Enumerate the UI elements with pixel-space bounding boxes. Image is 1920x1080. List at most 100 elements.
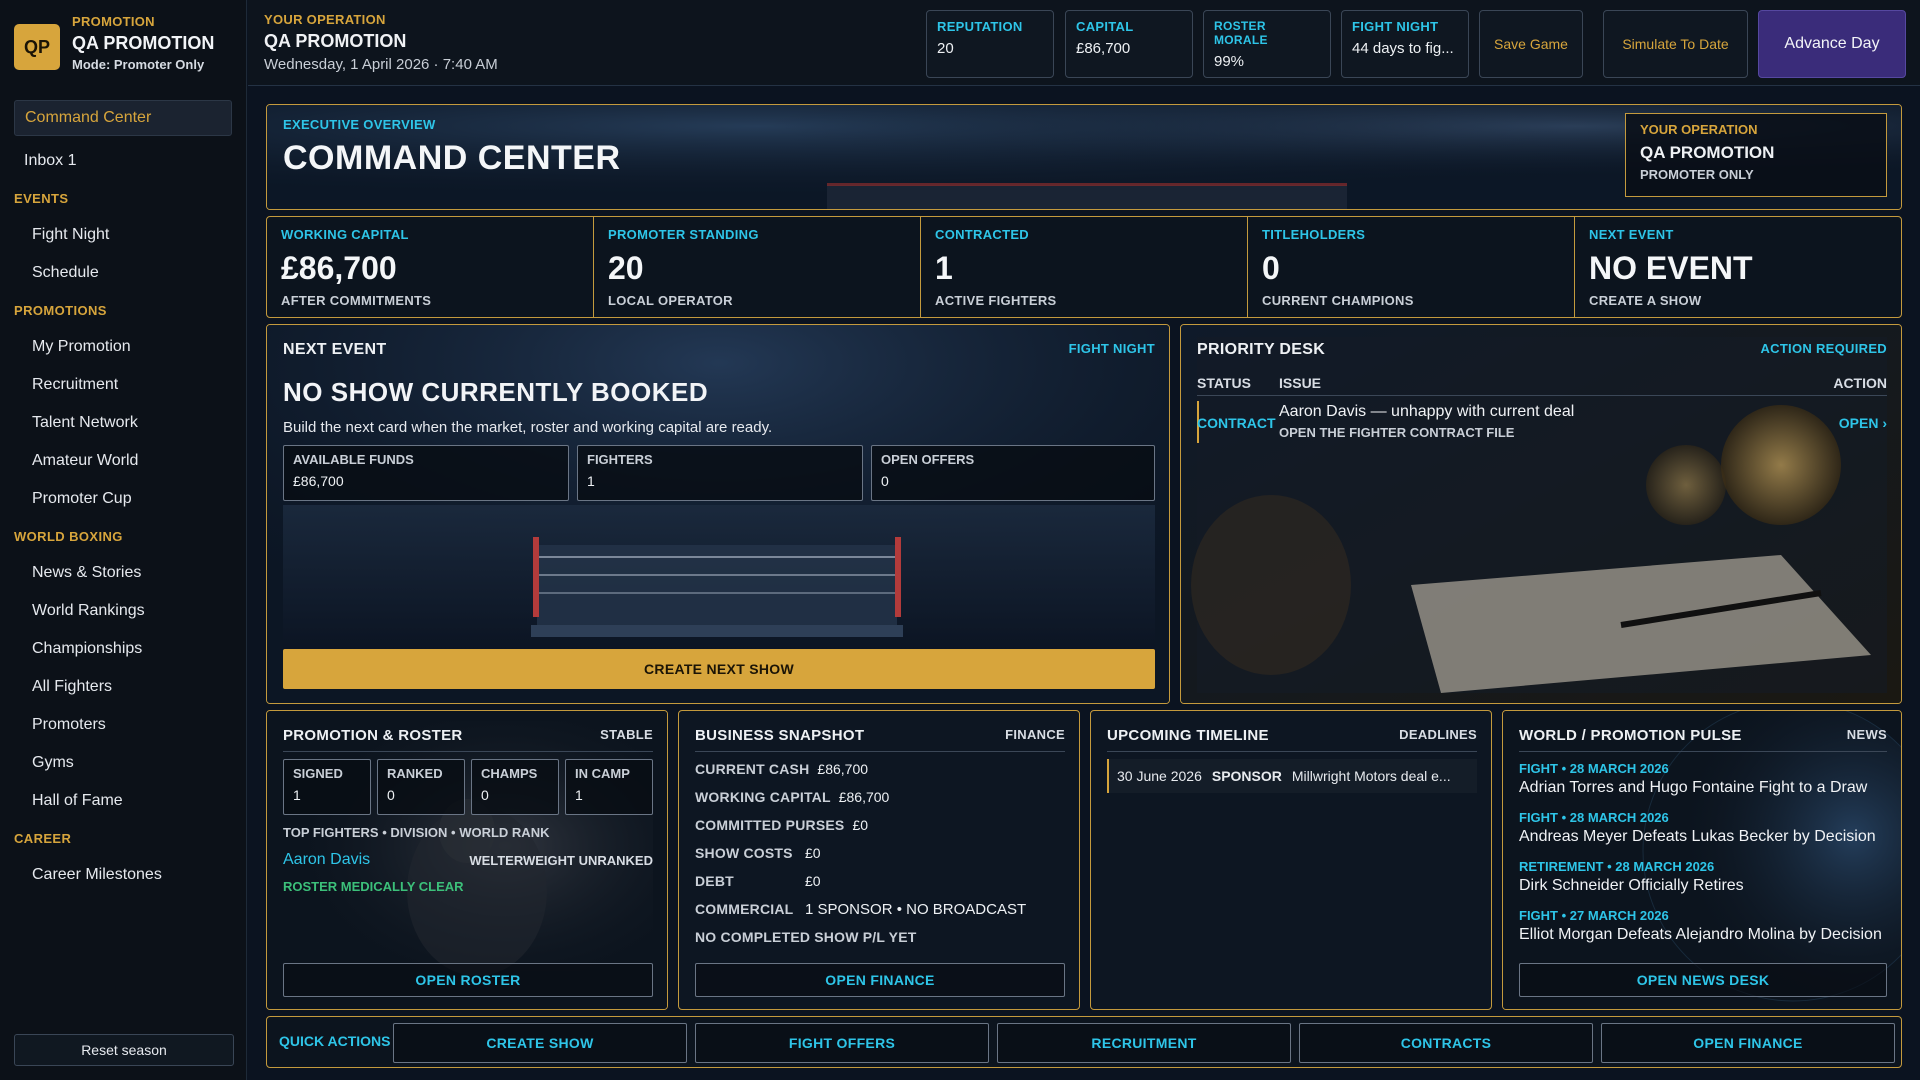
sidebar-item-promoter-cup[interactable]: Promoter Cup	[14, 480, 232, 518]
topbar-operation-name: QA PROMOTION	[264, 31, 407, 51]
sidebar-item-hall-of-fame[interactable]: Hall of Fame	[14, 782, 232, 820]
kpi-working-capital: WORKING CAPITAL £86,700 AFTER COMMITMENT…	[267, 217, 594, 317]
qa-create-show-button[interactable]: CREATE SHOW	[393, 1023, 687, 1063]
sidebar-item-schedule[interactable]: Schedule	[14, 254, 232, 292]
priority-row-issue: Aaron Davis — unhappy with current deal	[1279, 403, 1575, 420]
stat-label: FIGHT NIGHT	[1352, 19, 1439, 34]
brand-name: QA PROMOTION	[72, 33, 215, 53]
sidebar-item-all-fighters[interactable]: All Fighters	[14, 668, 232, 706]
kpi-label: WORKING CAPITAL	[281, 227, 409, 242]
hero-kicker: EXECUTIVE OVERVIEW	[283, 117, 436, 132]
op-card-name: QA PROMOTION	[1640, 143, 1775, 162]
box-value: 0	[481, 787, 489, 803]
priority-open-link[interactable]: OPEN ›	[1839, 415, 1887, 431]
news-meta: FIGHT • 28 MARCH 2026	[1519, 761, 1669, 776]
sidebar-item-command-center[interactable]: Command Center	[14, 100, 232, 136]
kpi-sub: CREATE A SHOW	[1589, 293, 1702, 308]
business-snapshot-panel: BUSINESS SNAPSHOT FINANCE CURRENT CASH £8…	[678, 710, 1080, 1010]
champs-box: CHAMPS 0	[471, 759, 559, 815]
reset-season-button[interactable]: Reset season	[14, 1034, 234, 1066]
stat-label: REPUTATION	[937, 19, 1023, 34]
qa-open-finance-button[interactable]: OPEN FINANCE	[1601, 1023, 1895, 1063]
op-card-kicker: YOUR OPERATION	[1640, 122, 1758, 137]
sidebar-item-gyms[interactable]: Gyms	[14, 744, 232, 782]
qa-contracts-button[interactable]: CONTRACTS	[1299, 1023, 1593, 1063]
priority-row-status: CONTRACT	[1197, 415, 1276, 431]
box-label: CHAMPS	[481, 766, 538, 781]
priority-desk-tag: ACTION REQUIRED	[1760, 341, 1887, 356]
news-headline: Dirk Schneider Officially Retires	[1519, 877, 1744, 894]
box-label: OPEN OFFERS	[881, 452, 975, 467]
timeline-item[interactable]: 30 June 2026 SPONSOR Millwright Motors d…	[1107, 759, 1477, 793]
news-item[interactable]: FIGHT • 28 MARCH 2026 Adrian Torres and …	[1519, 761, 1889, 797]
kpi-label: TITLEHOLDERS	[1262, 227, 1366, 242]
sidebar-item-recruitment[interactable]: Recruitment	[14, 366, 232, 404]
col-action: ACTION	[1833, 375, 1887, 391]
topbar-date: Wednesday, 1 April 2026 · 7:40 AM	[264, 56, 498, 73]
sidebar-item-championships[interactable]: Championships	[14, 630, 232, 668]
sidebar-item-my-promotion[interactable]: My Promotion	[14, 328, 232, 366]
box-value: 1	[293, 787, 301, 803]
fin-label: SHOW COSTS	[695, 845, 793, 861]
pulse-tag: NEWS	[1846, 727, 1887, 742]
fin-row-working-capital: WORKING CAPITAL £86,700	[695, 789, 889, 805]
create-next-show-button[interactable]: CREATE NEXT SHOW	[283, 649, 1155, 689]
news-meta: FIGHT • 28 MARCH 2026	[1519, 810, 1669, 825]
sidebar-item-news[interactable]: News & Stories	[14, 554, 232, 592]
fighter-name-link[interactable]: Aaron Davis	[283, 851, 370, 869]
next-event-tag: FIGHT NIGHT	[1068, 341, 1155, 356]
news-meta: RETIREMENT • 28 MARCH 2026	[1519, 859, 1715, 874]
sidebar-item-inbox[interactable]: Inbox 1	[14, 142, 232, 180]
simulate-to-date-button[interactable]: Simulate To Date	[1603, 10, 1748, 78]
stat-label: CAPITAL	[1076, 19, 1134, 34]
pulse-title: WORLD / PROMOTION PULSE	[1519, 727, 1742, 744]
open-finance-button[interactable]: OPEN FINANCE	[695, 963, 1065, 997]
col-status: STATUS	[1197, 375, 1251, 391]
stat-reputation: REPUTATION 20	[926, 10, 1054, 78]
your-operation-card: YOUR OPERATION QA PROMOTION PROMOTER ONL…	[1625, 113, 1887, 197]
kpi-sub: LOCAL OPERATOR	[608, 293, 733, 308]
sidebar-item-world-rankings[interactable]: World Rankings	[14, 592, 232, 630]
next-event-title: NEXT EVENT	[283, 341, 387, 358]
stat-fight-night[interactable]: FIGHT NIGHT 44 days to fig...	[1341, 10, 1469, 78]
timeline-type: SPONSOR	[1211, 768, 1282, 784]
stat-roster-morale: ROSTER MORALE 99%	[1203, 10, 1331, 78]
kpi-value: 1	[935, 250, 953, 286]
news-item[interactable]: FIGHT • 27 MARCH 2026 Elliot Morgan Defe…	[1519, 908, 1889, 944]
upcoming-timeline-panel: UPCOMING TIMELINE DEADLINES 30 June 2026…	[1090, 710, 1492, 1010]
sidebar-section-world-boxing: WORLD BOXING	[14, 528, 123, 544]
sidebar-item-promoters[interactable]: Promoters	[14, 706, 232, 744]
sidebar-section-events: EVENTS	[14, 190, 69, 206]
fin-row-debt: DEBT £0	[695, 873, 821, 889]
sidebar-item-talent-network[interactable]: Talent Network	[14, 404, 232, 442]
available-funds-box: AVAILABLE FUNDS £86,700	[283, 445, 569, 501]
next-event-description: Build the next card when the market, ros…	[283, 419, 773, 436]
qa-fight-offers-button[interactable]: FIGHT OFFERS	[695, 1023, 989, 1063]
fin-label: COMMITTED PURSES	[695, 817, 845, 833]
business-tag: FINANCE	[1005, 727, 1065, 742]
next-event-headline: NO SHOW CURRENTLY BOOKED	[283, 377, 709, 407]
kpi-titleholders: TITLEHOLDERS 0 CURRENT CHAMPIONS	[1248, 217, 1575, 317]
news-item[interactable]: RETIREMENT • 28 MARCH 2026 Dirk Schneide…	[1519, 859, 1889, 895]
open-news-desk-button[interactable]: OPEN NEWS DESK	[1519, 963, 1887, 997]
news-item[interactable]: FIGHT • 28 MARCH 2026 Andreas Meyer Defe…	[1519, 810, 1889, 846]
op-card-mode: PROMOTER ONLY	[1640, 167, 1754, 182]
sidebar-item-amateur-world[interactable]: Amateur World	[14, 442, 232, 480]
qa-recruitment-button[interactable]: RECRUITMENT	[997, 1023, 1291, 1063]
news-headline: Andreas Meyer Defeats Lukas Becker by De…	[1519, 828, 1876, 845]
sidebar-item-fight-night[interactable]: Fight Night	[14, 216, 232, 254]
kpi-sub: CURRENT CHAMPIONS	[1262, 293, 1414, 308]
open-roster-button[interactable]: OPEN ROSTER	[283, 963, 653, 997]
advance-day-button[interactable]: Advance Day	[1758, 10, 1906, 78]
save-game-button[interactable]: Save Game	[1479, 10, 1583, 78]
kpi-contracted: CONTRACTED 1 ACTIVE FIGHTERS	[921, 217, 1248, 317]
kpi-label: CONTRACTED	[935, 227, 1029, 242]
roster-tag: STABLE	[600, 727, 653, 742]
sidebar-item-career-milestones[interactable]: Career Milestones	[14, 856, 232, 894]
kpi-value: NO EVENT	[1589, 250, 1753, 286]
fin-value: £0	[805, 845, 821, 861]
stat-value: 20	[937, 40, 954, 57]
fin-label: WORKING CAPITAL	[695, 789, 831, 805]
sidebar-nav: Command Center Inbox 1 EVENTS Fight Nigh…	[0, 88, 246, 894]
box-value: 1	[587, 473, 595, 489]
